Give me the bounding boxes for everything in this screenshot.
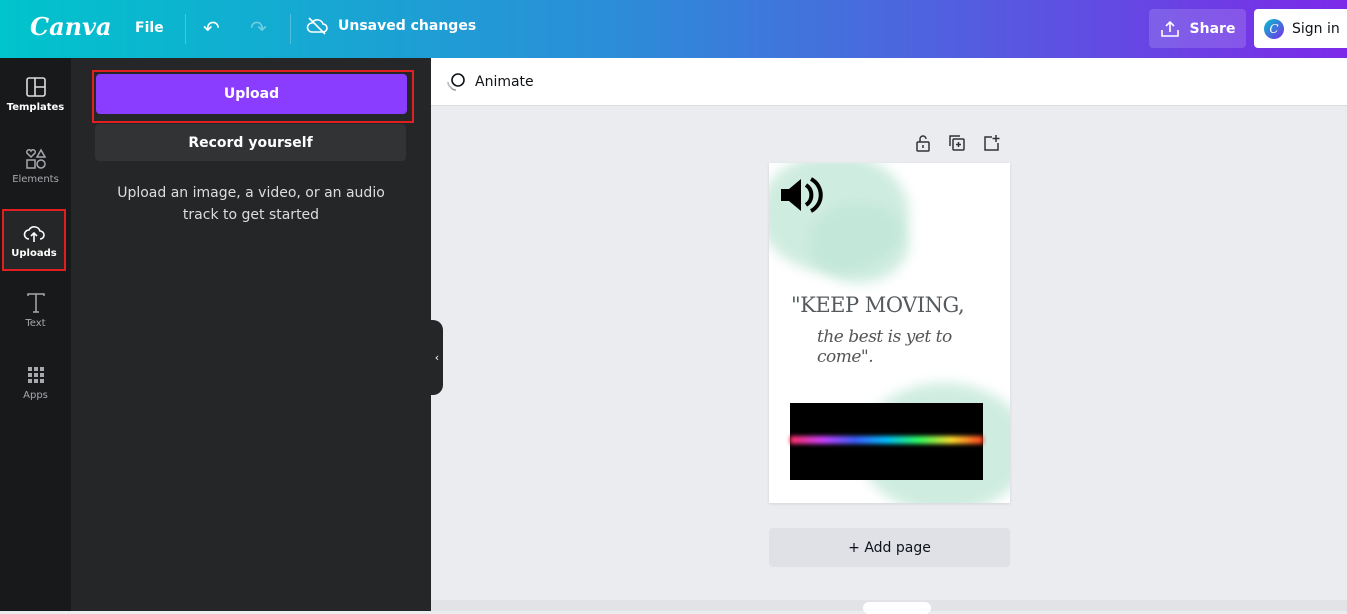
upload-hint: Upload an image, a video, or an audio tr… bbox=[117, 185, 385, 223]
record-yourself-button[interactable]: Record yourself bbox=[95, 124, 406, 161]
divider bbox=[185, 14, 186, 44]
share-icon bbox=[1160, 20, 1179, 37]
scrollbar-thumb[interactable] bbox=[863, 602, 931, 614]
sidebar-item-label: Templates bbox=[6, 101, 65, 113]
text-icon bbox=[26, 292, 45, 313]
redo-icon[interactable]: ↷ bbox=[250, 16, 267, 40]
page-tools bbox=[914, 134, 1000, 152]
unlock-icon[interactable] bbox=[914, 134, 932, 152]
cloud-upload-icon bbox=[23, 225, 45, 242]
top-bar: Canva File ↶ ↷ Unsaved changes Share C S… bbox=[0, 0, 1347, 58]
upload-button[interactable]: Upload bbox=[96, 74, 407, 114]
shapes-icon bbox=[25, 147, 46, 169]
templates-icon bbox=[25, 76, 46, 97]
sidebar-item-label: Apps bbox=[23, 389, 48, 401]
upload-highlight: Upload bbox=[92, 70, 414, 123]
save-status[interactable]: Unsaved changes bbox=[306, 17, 476, 35]
animate-icon bbox=[447, 73, 465, 91]
editor-toolbar: Animate bbox=[431, 58, 1347, 106]
sidebar: Templates Elements Uploads Text Apps bbox=[0, 58, 71, 611]
quote-line-1[interactable]: "KEEP MOVING, bbox=[791, 293, 965, 317]
file-menu[interactable]: File bbox=[135, 20, 164, 36]
design-page[interactable]: "KEEP MOVING, the best is yet to come". bbox=[769, 163, 1010, 503]
share-label: Share bbox=[1189, 20, 1236, 37]
duplicate-page-icon[interactable] bbox=[948, 134, 966, 152]
chevron-left-icon: ‹ bbox=[434, 351, 440, 364]
sign-in-button[interactable]: C Sign in bbox=[1254, 9, 1347, 48]
add-page-button[interactable]: + Add page bbox=[769, 528, 1010, 567]
animate-label: Animate bbox=[475, 74, 534, 90]
sidebar-item-uploads[interactable]: Uploads bbox=[2, 209, 66, 271]
undo-icon[interactable]: ↶ bbox=[203, 16, 220, 40]
uploads-panel: Upload Record yourself Upload an image, … bbox=[71, 58, 431, 611]
sign-in-label: Sign in bbox=[1292, 20, 1340, 37]
add-page-icon[interactable] bbox=[982, 134, 1000, 152]
quote-line-2[interactable]: the best is yet to come". bbox=[817, 327, 1010, 367]
save-status-text: Unsaved changes bbox=[338, 18, 477, 34]
grid-icon bbox=[27, 366, 44, 383]
sidebar-item-elements[interactable]: Elements bbox=[0, 130, 71, 202]
sidebar-item-label: Elements bbox=[12, 173, 59, 185]
share-button[interactable]: Share bbox=[1149, 9, 1246, 48]
rainbow-wave bbox=[790, 436, 983, 444]
horizontal-scrollbar[interactable] bbox=[431, 600, 1347, 614]
watercolor-decoration bbox=[809, 203, 909, 283]
cloud-off-icon bbox=[306, 17, 328, 35]
sidebar-item-label: Text bbox=[25, 317, 46, 329]
sidebar-item-label: Uploads bbox=[11, 247, 57, 259]
canva-c-icon: C bbox=[1264, 18, 1284, 39]
divider bbox=[290, 14, 291, 44]
animate-button[interactable]: Animate bbox=[445, 72, 534, 92]
sound-wave-image[interactable] bbox=[790, 403, 983, 480]
sidebar-item-apps[interactable]: Apps bbox=[0, 346, 71, 418]
speaker-icon[interactable] bbox=[779, 175, 823, 215]
canva-logo[interactable]: Canva bbox=[30, 12, 112, 41]
sidebar-item-text[interactable]: Text bbox=[0, 274, 71, 346]
sidebar-item-templates[interactable]: Templates bbox=[0, 58, 71, 130]
collapse-panel-button[interactable]: ‹ bbox=[431, 320, 443, 395]
